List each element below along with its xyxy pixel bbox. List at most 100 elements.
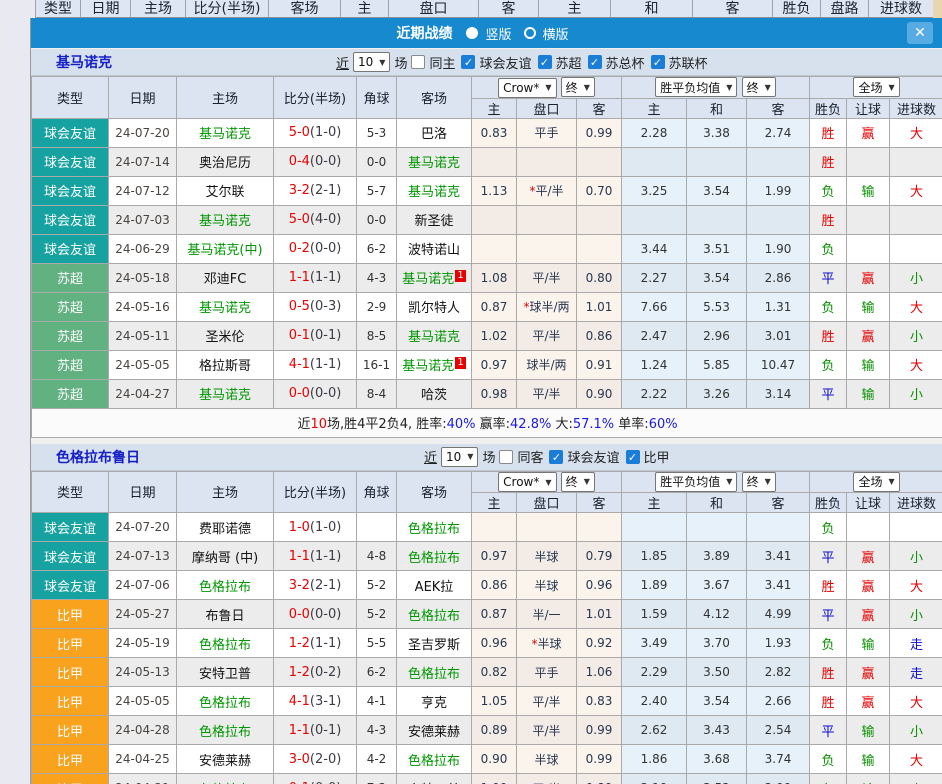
match-type-cell: 比甲 [32, 600, 109, 629]
score-cell: 0-1(0-0) [274, 774, 357, 784]
odds-state-select[interactable]: 终▼ [561, 472, 595, 492]
halftime-score: (0-0) [310, 154, 341, 169]
europe-state-select[interactable]: 终▼ [742, 472, 776, 492]
handicap-line: 球半/两 [529, 300, 569, 314]
table-row: 球会友谊24-07-06色格拉布3-2(2-1)5-2AEK拉0.86半球0.9… [32, 571, 942, 600]
same-venue-checkbox[interactable] [411, 55, 425, 69]
column-header: 角球 [357, 471, 397, 513]
score-cell: 1-1(1-1) [274, 542, 357, 571]
column-header: 主场 [177, 77, 274, 119]
recent-count-select[interactable]: 10▼ [353, 52, 390, 72]
halftime-score: (1-1) [310, 270, 341, 285]
home-team-name: 基马诺克(中) [187, 243, 262, 258]
score-cell: 4-1(3-1) [274, 687, 357, 716]
section-gap [31, 438, 942, 443]
corner-cell: 5-3 [357, 118, 397, 147]
chevron-down-icon: ▼ [765, 477, 771, 486]
fulltime-score: 5-0 [289, 212, 310, 227]
europe-away-odds: 2.99 [747, 774, 810, 784]
handicap-home-odds: 0.98 [472, 379, 517, 408]
odds-company-select[interactable]: Crow*▼ [498, 78, 556, 98]
handicap-result-cell: 输 [847, 176, 890, 205]
background-header-cell: 客 [693, 0, 773, 18]
score-cell: 0-0(0-0) [274, 379, 357, 408]
goals-result-cell: 走 [890, 629, 942, 658]
league-checkbox-3[interactable]: ✓ [588, 55, 602, 69]
league-checkbox-2[interactable]: ✓ [538, 55, 552, 69]
away-team-name: 基马诺克 [402, 359, 454, 374]
team-name: 基马诺克 [56, 52, 112, 72]
column-header: 类型 [32, 471, 109, 513]
europe-away-odds: 3.01 [747, 321, 810, 350]
handicap-home-odds: 1.08 [472, 263, 517, 292]
scope-group: 全场▼ [810, 77, 942, 99]
chevron-down-icon: ▼ [765, 83, 771, 92]
handicap-home-odds: 0.86 [472, 571, 517, 600]
match-type-cell: 球会友谊 [32, 234, 109, 263]
background-header-cell: 主 [539, 0, 611, 18]
europe-state-select[interactable]: 终▼ [742, 77, 776, 97]
table-row: 比甲24-05-27布鲁日0-0(0-0)5-2色格拉布0.87半/一1.011… [32, 600, 942, 629]
halftime-score: (0-0) [310, 386, 341, 401]
recent-count-select[interactable]: 10▼ [441, 447, 478, 467]
handicap-home-odds: 0.96 [472, 629, 517, 658]
handicap-result-cell: 赢 [847, 263, 890, 292]
match-type-cell: 苏超 [32, 379, 109, 408]
europe-draw-odds: 2.96 [687, 321, 747, 350]
scope-select[interactable]: 全场▼ [853, 472, 899, 492]
league-checkbox-4[interactable]: ✓ [651, 55, 665, 69]
recent-link[interactable]: 近 [336, 53, 349, 72]
handicap-result-cell: 输 [847, 745, 890, 774]
home-team-name: 邓迪FC [204, 272, 247, 287]
handicap-line-cell: 平/半 [517, 321, 577, 350]
odds-company-select[interactable]: Crow*▼ [498, 472, 556, 492]
europe-draw-odds: 3.67 [687, 571, 747, 600]
europe-draw-odds: 3.51 [687, 234, 747, 263]
close-button[interactable]: ✕ [907, 22, 933, 44]
league-checkbox-2[interactable]: ✓ [626, 450, 640, 464]
away-team-name: 基马诺克 [408, 185, 460, 200]
table-row: 比甲24-05-05色格拉布4-1(3-1)4-1亨克1.05平/半0.832.… [32, 687, 942, 716]
match-type-cell: 球会友谊 [32, 147, 109, 176]
handicap-away-odds: 0.99 [577, 118, 622, 147]
background-corner [933, 0, 942, 19]
away-team-cell: 色格拉布 [397, 513, 472, 542]
europe-odds-select[interactable]: 胜平负均值▼ [655, 472, 737, 492]
team-name: 色格拉布鲁日 [56, 447, 140, 467]
handicap-result-cell: 赢 [847, 321, 890, 350]
section-filters: 近10▼场同客✓球会友谊✓比甲 [424, 447, 672, 467]
away-team-name: 基马诺克 [402, 272, 454, 287]
scope-select[interactable]: 全场▼ [853, 77, 899, 97]
result-cell: 负 [810, 176, 847, 205]
column-header: 让球 [847, 493, 890, 513]
score-cell: 1-2(0-2) [274, 658, 357, 687]
recent-link[interactable]: 近 [424, 447, 437, 466]
result-cell: 负 [810, 292, 847, 321]
handicap-result-cell: 赢 [847, 571, 890, 600]
home-team-cell: 奥治尼历 [177, 147, 274, 176]
date-cell: 24-07-20 [109, 118, 177, 147]
same-venue-checkbox[interactable] [499, 450, 513, 464]
away-team-name: 圣吉罗斯 [408, 638, 460, 653]
score-cell: 0-0(0-0) [274, 600, 357, 629]
europe-draw-odds: 3.26 [687, 379, 747, 408]
section-filters: 近10▼场同主✓球会友谊✓苏超✓苏总杯✓苏联杯 [336, 52, 710, 72]
modal-title: 近期战绩 [396, 23, 452, 43]
select-value: 胜平负均值 [660, 79, 720, 96]
league-checkbox-label: 苏总杯 [606, 53, 645, 72]
view-mode-radio-1[interactable] [466, 27, 478, 39]
handicap-line: 半球 [534, 579, 558, 593]
fulltime-score: 5-0 [289, 125, 310, 140]
away-team-cell: 色格拉布 [397, 600, 472, 629]
europe-home-odds: 1.24 [622, 350, 687, 379]
match-type-cell: 比甲 [32, 687, 109, 716]
home-team-name: 奥治尼历 [199, 156, 251, 171]
europe-odds-select[interactable]: 胜平负均值▼ [655, 77, 737, 97]
handicap-line: 平/半 [532, 271, 560, 285]
league-checkbox-1[interactable]: ✓ [549, 450, 563, 464]
league-checkbox-1[interactable]: ✓ [461, 55, 475, 69]
handicap-home-odds [472, 234, 517, 263]
odds-state-select[interactable]: 终▼ [561, 77, 595, 97]
view-mode-radio-2[interactable] [524, 27, 536, 39]
date-cell: 24-05-19 [109, 629, 177, 658]
